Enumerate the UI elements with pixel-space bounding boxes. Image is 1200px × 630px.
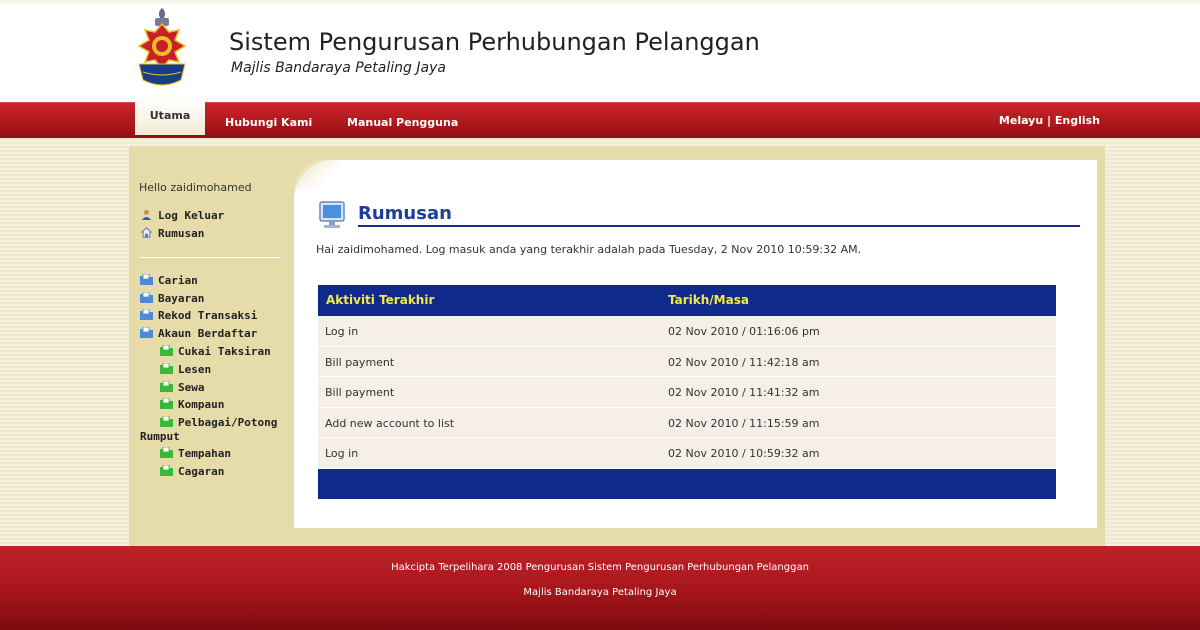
- language-switcher: Melayu | English: [999, 114, 1100, 127]
- datetime-cell: 02 Nov 2010 / 11:41:32 am: [668, 386, 820, 400]
- folder-green-icon: [160, 381, 173, 392]
- folder-icon: [140, 292, 153, 303]
- activity-cell: Bill payment: [325, 386, 395, 400]
- datetime-cell: 02 Nov 2010 / 11:15:59 am: [668, 416, 820, 430]
- sidebar-item-label: Log Keluar: [158, 209, 225, 222]
- recent-activity-table: Aktiviti Terakhir Tarikh/Masa Log in 02 …: [318, 285, 1056, 499]
- home-icon: [140, 227, 153, 238]
- greeting-text: Hello zaidimohamed: [139, 181, 252, 194]
- tab-utama[interactable]: Utama: [135, 97, 205, 135]
- top-nav: Utama Hubungi Kami Manual Pengguna Melay…: [0, 97, 1200, 139]
- folder-green-icon: [160, 398, 173, 409]
- user-icon: [141, 209, 152, 220]
- sidebar-item-lesen[interactable]: Lesen: [160, 363, 211, 376]
- header: Sistem Pengurusan Perhubungan Pelanggan …: [0, 0, 1200, 102]
- sidebar-item-label: Cagaran: [178, 465, 225, 478]
- sidebar-item-label: Tempahan: [178, 447, 231, 460]
- sidebar-item-label: Rumusan: [158, 227, 205, 240]
- column-header-datetime: Tarikh/Masa: [668, 293, 749, 307]
- activity-cell: Log in: [325, 325, 359, 338]
- sidebar-item-label: Carian: [158, 274, 198, 287]
- title-underline: [358, 225, 1080, 227]
- sidebar-item-label: Pelbagai/Potong: [178, 416, 278, 429]
- folder-icon: [140, 327, 153, 338]
- folder-icon: [140, 274, 153, 285]
- activity-cell: Bill payment: [325, 355, 395, 369]
- footer: Hakcipta Terpelihara 2008 Pengurusan Sis…: [0, 546, 1200, 630]
- folder-icon: [140, 309, 153, 320]
- site-title: Sistem Pengurusan Perhubungan Pelanggan: [229, 28, 760, 56]
- sidebar-item-carian[interactable]: Carian: [140, 274, 198, 287]
- folder-green-icon: [160, 363, 173, 374]
- copyright-text: Hakcipta Terpelihara 2008 Pengurusan Sis…: [391, 562, 809, 573]
- table-row: Bill payment 02 Nov 2010 / 11:42:18 am: [318, 346, 1056, 378]
- sidebar-item-akaun-berdaftar[interactable]: Akaun Berdaftar: [140, 327, 257, 340]
- sidebar-item-label: Rekod Transaksi: [158, 309, 258, 322]
- sidebar-item-rumusan[interactable]: Rumusan: [140, 227, 204, 240]
- sidebar-item-bayaran[interactable]: Bayaran: [140, 292, 204, 305]
- sidebar-item-log-keluar[interactable]: Log Keluar: [140, 209, 224, 222]
- last-login-message: Hai zaidimohamed. Log masuk anda yang te…: [316, 243, 862, 256]
- lang-melayu-link[interactable]: Melayu: [999, 114, 1043, 127]
- sidebar-item-kompaun[interactable]: Kompaun: [160, 398, 224, 411]
- tab-manual-pengguna[interactable]: Manual Pengguna: [347, 103, 458, 139]
- column-header-activity: Aktiviti Terakhir: [326, 293, 435, 307]
- sidebar-item-label: Lesen: [178, 363, 212, 376]
- sidebar-item-label: Rumput: [140, 430, 180, 443]
- folder-green-icon: [160, 447, 173, 458]
- lang-english-link[interactable]: English: [1055, 114, 1100, 127]
- table-row: Log in 02 Nov 2010 / 10:59:32 am: [318, 438, 1056, 469]
- sidebar-item-rumput[interactable]: Rumput: [140, 430, 180, 443]
- table-header: Aktiviti Terakhir Tarikh/Masa: [318, 285, 1056, 316]
- activity-cell: Log in: [325, 447, 359, 461]
- lang-separator: |: [1043, 114, 1055, 127]
- sidebar-item-label: Sewa: [178, 381, 205, 394]
- sidebar-item-sewa[interactable]: Sewa: [160, 381, 205, 394]
- folder-green-icon: [160, 345, 173, 356]
- activity-cell: Add new account to list: [325, 416, 455, 430]
- folder-green-icon: [160, 465, 173, 476]
- sidebar-item-label: Akaun Berdaftar: [158, 327, 258, 340]
- sidebar-item-label: Cukai Taksiran: [178, 345, 271, 358]
- sidebar-item-rekod-transaksi[interactable]: Rekod Transaksi: [140, 309, 257, 322]
- datetime-cell: 02 Nov 2010 / 01:16:06 pm: [668, 325, 820, 338]
- sidebar-divider: [140, 257, 280, 258]
- datetime-cell: 02 Nov 2010 / 10:59:32 am: [668, 447, 820, 461]
- city-council-crest-icon: [137, 8, 187, 86]
- table-row: Bill payment 02 Nov 2010 / 11:41:32 am: [318, 377, 1056, 408]
- table-row: Add new account to list 02 Nov 2010 / 11…: [318, 407, 1056, 439]
- sidebar-item-label: Kompaun: [178, 398, 225, 411]
- page-title: Rumusan: [358, 203, 452, 224]
- table-footer: [318, 468, 1056, 499]
- folder-green-icon: [160, 416, 173, 427]
- site-subtitle: Majlis Bandaraya Petaling Jaya: [231, 60, 446, 76]
- tab-hubungi-kami[interactable]: Hubungi Kami: [225, 103, 312, 139]
- sidebar-item-cukai-taksiran[interactable]: Cukai Taksiran: [160, 345, 271, 358]
- sidebar-item-cagaran[interactable]: Cagaran: [160, 465, 224, 478]
- footer-organization: Majlis Bandaraya Petaling Jaya: [523, 587, 677, 598]
- sidebar-item-tempahan[interactable]: Tempahan: [160, 447, 231, 460]
- computer-monitor-icon: [319, 201, 345, 228]
- datetime-cell: 02 Nov 2010 / 11:42:18 am: [668, 355, 820, 369]
- sidebar-item-pelbagai-potong[interactable]: Pelbagai/Potong: [160, 416, 277, 429]
- table-row: Log in 02 Nov 2010 / 01:16:06 pm: [318, 316, 1056, 347]
- sidebar-item-label: Bayaran: [158, 292, 205, 305]
